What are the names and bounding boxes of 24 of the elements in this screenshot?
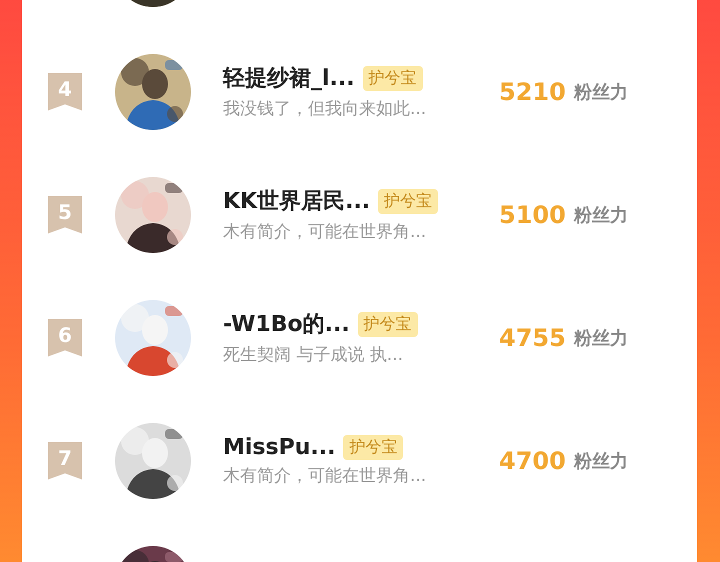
user-bio: 木有简介，可能在世界角... <box>223 464 428 486</box>
score-unit: 粉丝力 <box>574 80 628 104</box>
score-unit: 粉丝力 <box>574 326 628 350</box>
fan-badge: 护兮宝 <box>343 434 404 460</box>
user-name[interactable]: MissPu... <box>223 434 336 460</box>
fan-score: 4700 <box>499 446 566 474</box>
user-bio: 木有简介，可能在世界角... <box>223 221 428 243</box>
rank-badge: 5 <box>48 196 82 234</box>
score-unit: 粉丝力 <box>574 450 628 472</box>
user-name[interactable]: KK世界居民... <box>223 186 370 216</box>
fan-badge: 护兮宝 <box>378 188 438 214</box>
user-name[interactable]: 轻提纱裙_l... <box>223 63 355 93</box>
fan-score: 5100 <box>499 200 566 228</box>
fan-badge: 护兮宝 <box>362 66 423 90</box>
user-bio: 死生契阔 与子成说 执... <box>223 344 404 366</box>
fan-score: 5210 <box>499 78 566 106</box>
user-bio: 我没钱了，但我向来如此... <box>223 98 428 120</box>
rank-badge: 6 <box>48 318 82 356</box>
fan-score: 4755 <box>499 324 566 352</box>
score-unit: 粉丝力 <box>574 204 628 226</box>
rank-badge: 7 <box>48 442 82 480</box>
fan-badge: 护兮宝 <box>358 312 418 336</box>
user-name[interactable]: -W1Bo的... <box>223 309 350 339</box>
rank-badge: 4 <box>48 72 82 110</box>
